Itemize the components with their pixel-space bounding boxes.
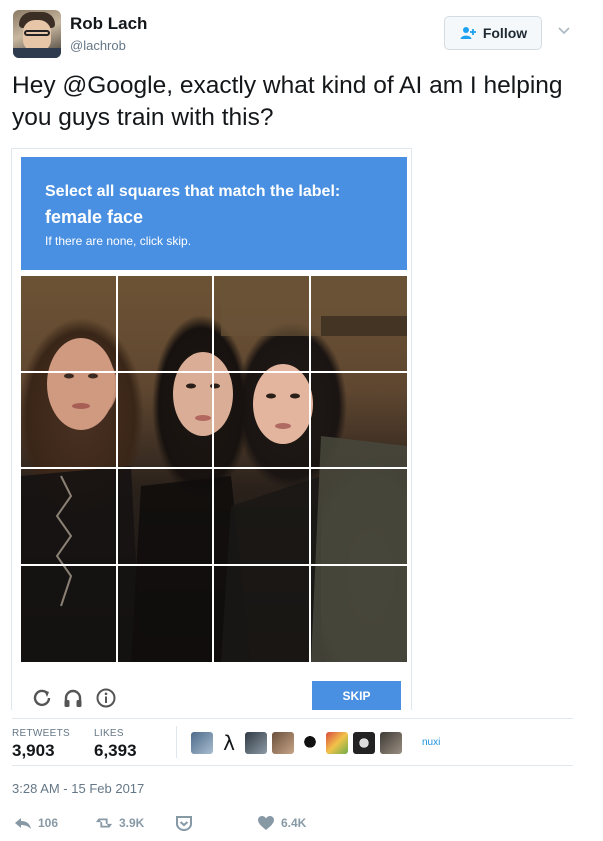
grid-divider [21,371,407,373]
like-button[interactable]: 6.4K [257,815,306,831]
retweet-count: 3.9K [119,816,145,830]
dm-button[interactable] [175,815,193,831]
liker-avatar[interactable] [191,732,213,754]
liker-extra-label[interactable]: nuxi [422,737,440,748]
like-count: 6.4K [281,816,307,830]
liker-avatar[interactable] [245,732,267,754]
likes-count[interactable]: 6,393 [94,741,137,761]
info-icon[interactable] [95,687,117,709]
captcha-image-grid[interactable] [21,276,407,662]
grid-divider [21,467,407,469]
divider [12,718,573,719]
captcha-photo [21,276,407,662]
divider [12,765,573,766]
skip-button[interactable]: SKIP [312,681,401,710]
grid-divider [116,276,118,662]
follow-button[interactable]: Follow [444,16,542,50]
liker-avatar[interactable]: λ [218,732,240,754]
avatar[interactable] [13,10,61,58]
stats-separator [176,726,177,758]
reload-icon[interactable] [31,687,53,709]
grid-divider [212,276,214,662]
reply-count: 106 [38,816,59,830]
captcha-label: female face [45,207,144,227]
reply-icon [15,818,31,829]
captcha-banner: Select all squares that match the label:… [21,157,407,270]
retweet-button[interactable]: 3.9K [95,815,144,831]
headphones-icon[interactable] [62,687,84,709]
add-user-icon [460,27,476,39]
tweet-timestamp[interactable]: 3:28 AM - 15 Feb 2017 [12,781,144,796]
likers-avatars: λ [191,731,402,755]
follow-label: Follow [482,25,528,41]
likes-label[interactable]: LIKES [94,728,124,739]
captcha-instruction: Select all squares that match the label: [45,183,341,200]
liker-avatar[interactable] [272,732,294,754]
grid-divider [21,564,407,566]
grid-divider [309,276,311,662]
chevron-down-icon[interactable] [557,24,571,38]
reply-button[interactable]: 106 [14,815,58,831]
heart-icon [258,816,274,830]
author-handle[interactable]: @lachrob [70,38,126,53]
liker-avatar[interactable] [353,732,375,754]
retweets-label[interactable]: RETWEETS [12,728,70,739]
liker-avatar[interactable] [299,732,321,754]
captcha-hint: If there are none, click skip. [45,234,192,248]
author-name[interactable]: Rob Lach [70,14,147,34]
tweet-text: Hey @Google, exactly what kind of AI am … [12,72,563,131]
retweets-count[interactable]: 3,903 [12,741,55,761]
liker-avatar[interactable] [326,732,348,754]
retweet-icon [95,818,113,828]
liker-avatar[interactable] [380,732,402,754]
dm-icon [176,816,192,831]
